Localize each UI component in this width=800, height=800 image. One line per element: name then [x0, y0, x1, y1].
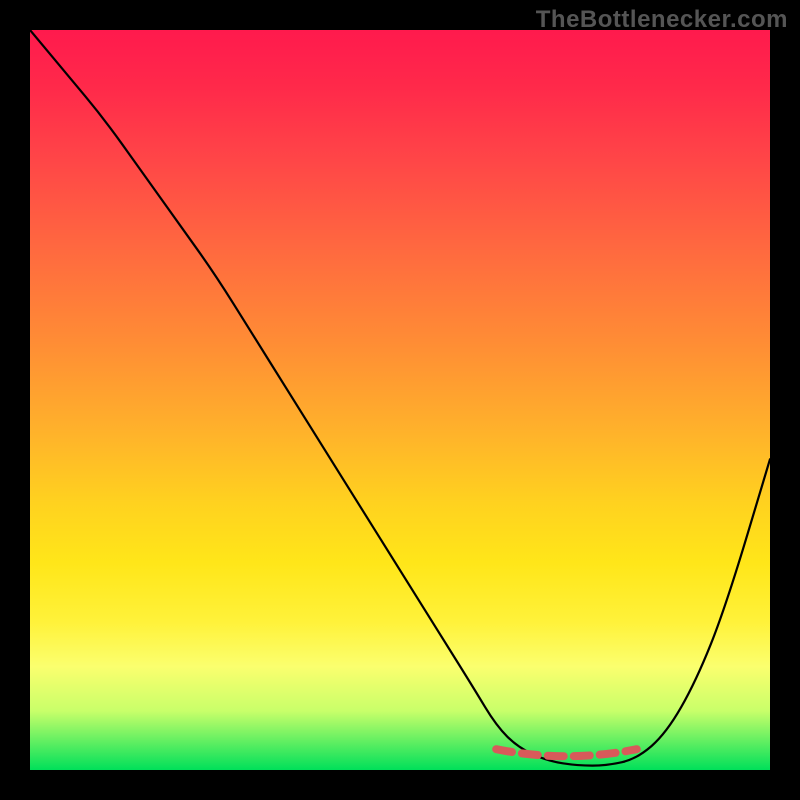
- chart-svg: [30, 30, 770, 770]
- optimal-region-marker: [496, 749, 637, 756]
- chart-frame: TheBottlenecker.com: [0, 0, 800, 800]
- bottleneck-curve: [30, 30, 770, 766]
- plot-area: [30, 30, 770, 770]
